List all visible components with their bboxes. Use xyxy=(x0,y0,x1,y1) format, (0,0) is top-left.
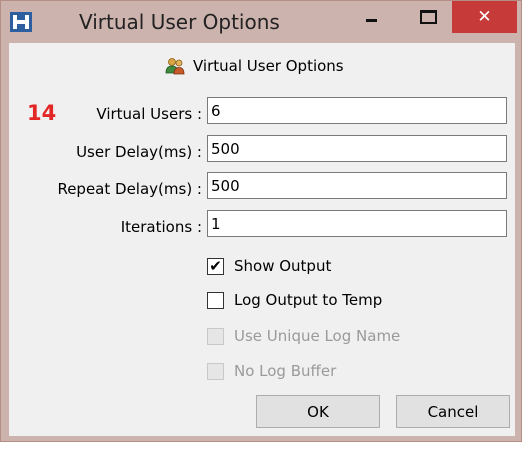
dialog-window: Virtual User Options ✕ Virtual User Opti… xyxy=(0,0,522,442)
repeat-delay-label: Repeat Delay(ms) : xyxy=(57,180,202,198)
iterations-input[interactable] xyxy=(207,210,507,237)
minimize-icon xyxy=(365,18,377,22)
window-title: Virtual User Options xyxy=(79,10,280,34)
unique-log-name-checkbox xyxy=(207,327,224,345)
no-log-buffer-label: No Log Buffer xyxy=(234,362,337,380)
virtual-users-count-badge: 14 xyxy=(27,101,57,125)
maximize-icon xyxy=(419,10,437,24)
close-button[interactable]: ✕ xyxy=(452,1,517,33)
unique-log-name-option: Use Unique Log Name xyxy=(207,325,400,347)
cancel-button[interactable]: Cancel xyxy=(396,395,510,428)
title-bar[interactable]: Virtual User Options ✕ xyxy=(1,1,521,43)
log-output-temp-checkbox[interactable] xyxy=(207,291,224,309)
minimize-button[interactable] xyxy=(349,1,393,33)
no-log-buffer-checkbox xyxy=(207,362,224,380)
users-icon xyxy=(165,58,185,75)
app-logo-icon xyxy=(10,12,32,32)
dialog-content: Virtual User Options 14 Virtual Users : … xyxy=(9,43,515,436)
show-output-label: Show Output xyxy=(234,257,332,275)
virtual-users-label: Virtual Users : xyxy=(96,105,202,123)
close-icon: ✕ xyxy=(477,6,492,27)
repeat-delay-input[interactable] xyxy=(207,172,507,199)
virtual-users-input[interactable] xyxy=(207,97,507,124)
show-output-option[interactable]: ✔ Show Output xyxy=(207,255,331,277)
ok-button[interactable]: OK xyxy=(256,395,380,428)
user-delay-label: User Delay(ms) : xyxy=(76,143,202,161)
maximize-button[interactable] xyxy=(406,1,450,33)
log-output-temp-option[interactable]: Log Output to Temp xyxy=(207,289,382,311)
show-output-checkbox[interactable]: ✔ xyxy=(207,256,224,275)
user-delay-input[interactable] xyxy=(207,135,507,162)
iterations-label: Iterations : xyxy=(120,218,202,236)
section-header: Virtual User Options xyxy=(165,55,344,77)
checkmark-icon: ✔ xyxy=(209,256,222,275)
unique-log-name-label: Use Unique Log Name xyxy=(234,327,401,345)
no-log-buffer-option: No Log Buffer xyxy=(207,360,336,382)
section-title: Virtual User Options xyxy=(193,57,344,75)
log-output-temp-label: Log Output to Temp xyxy=(234,291,383,309)
